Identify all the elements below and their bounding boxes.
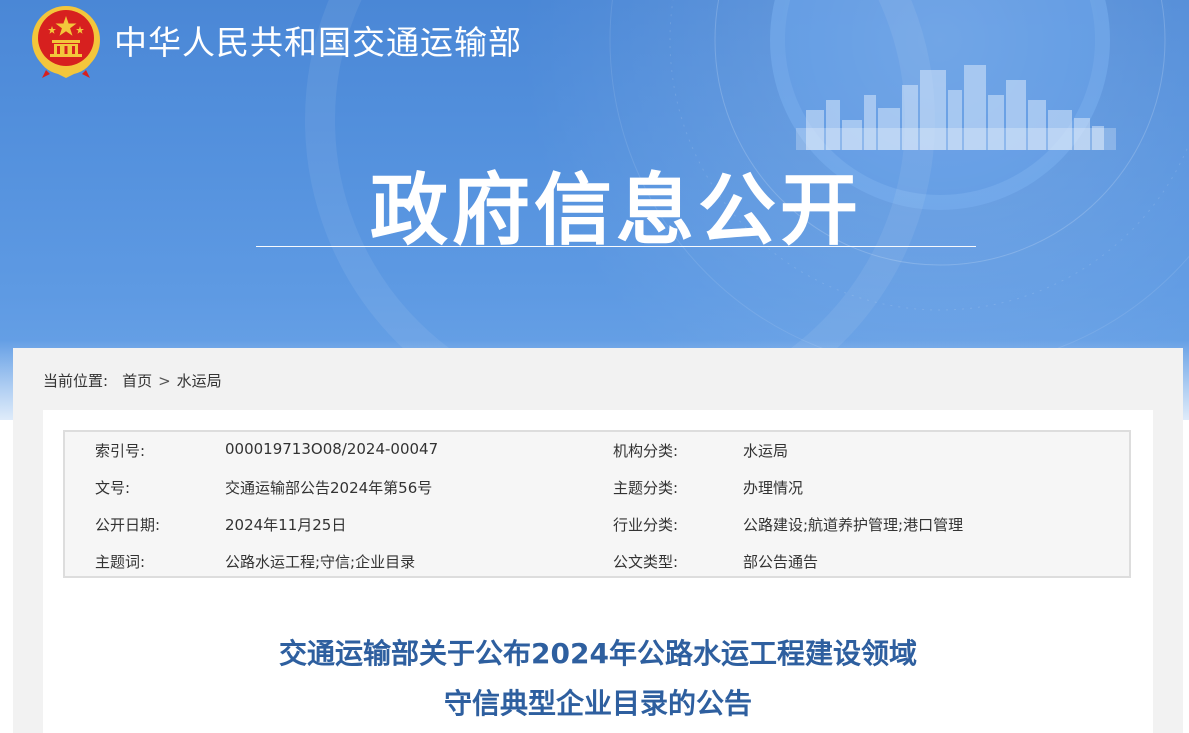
breadcrumb-separator: > [158,372,171,390]
document-type-label: 公文类型: [613,553,679,571]
breadcrumb-label: 当前位置: [43,372,109,390]
metadata-row: 文号: 交通运输部公告2024年第56号 主题分类: 办理情况 [65,469,1129,506]
publish-date-label: 公开日期: [95,516,161,534]
metadata-row: 主题词: 公路水运工程;守信;企业目录 公文类型: 部公告通告 [65,543,1129,580]
banner-title: 政府信息公开 [369,166,862,256]
article-card: 索引号: 000019713O08/2024-00047 机构分类: 水运局 文… [43,410,1153,733]
document-title-line1: 交通运输部关于公布2024年公路水运工程建设领域 [279,637,917,670]
breadcrumb-home-link[interactable]: 首页 [122,372,152,390]
banner-divider [256,246,976,247]
document-type-value: 部公告通告 [743,553,819,571]
national-emblem-icon [32,6,100,78]
topic-category-value: 办理情况 [743,479,804,497]
page: 中华人民共和国交通运输部 政府信息公开 当前位置: 首页 > 水运局 索引号: 000… [0,0,1189,733]
industry-category-value: 公路建设;航道养护管理;港口管理 [743,516,964,534]
publish-date-value: 2024年11月25日 [225,516,347,534]
document-title-line2: 守信典型企业目录的公告 [443,687,752,720]
metadata-table: 索引号: 000019713O08/2024-00047 机构分类: 水运局 文… [63,430,1131,578]
index-number-value: 000019713O08/2024-00047 [225,440,439,458]
industry-category-label: 行业分类: [613,516,679,534]
document-number-value: 交通运输部公告2024年第56号 [225,479,433,497]
index-number-label: 索引号: [95,442,146,460]
breadcrumb: 当前位置: 首页 > 水运局 [43,370,222,391]
keywords-value: 公路水运工程;守信;企业目录 [225,553,416,571]
agency-category-value: 水运局 [743,442,789,460]
metadata-row: 公开日期: 2024年11月25日 行业分类: 公路建设;航道养护管理;港口管理 [65,506,1129,543]
site-title[interactable]: 中华人民共和国交通运输部 [114,16,522,64]
breadcrumb-water-transport-link[interactable]: 水运局 [177,372,222,390]
agency-category-label: 机构分类: [613,442,679,460]
topic-category-label: 主题分类: [613,479,679,497]
document-number-label: 文号: [95,479,131,497]
metadata-row: 索引号: 000019713O08/2024-00047 机构分类: 水运局 [65,432,1129,469]
keywords-label: 主题词: [95,553,146,571]
content-panel: 当前位置: 首页 > 水运局 索引号: 000019713O08/2024-00047… [13,348,1183,733]
